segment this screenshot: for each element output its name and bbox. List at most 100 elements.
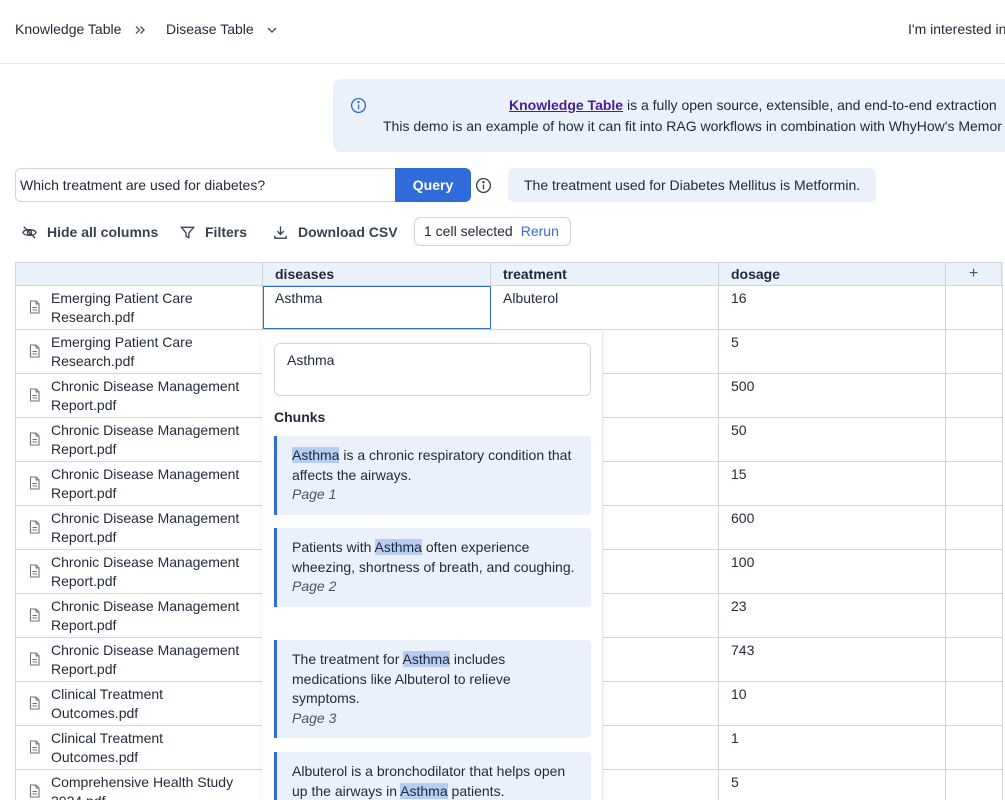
document-icon <box>29 300 40 314</box>
info-icon[interactable] <box>475 177 492 194</box>
empty-cell[interactable] <box>946 330 1003 373</box>
dosage-cell[interactable]: 5 <box>719 770 946 800</box>
document-cell[interactable]: Clinical Treatment Outcomes.pdf <box>16 726 263 769</box>
document-cell[interactable]: Chronic Disease Management Report.pdf <box>16 374 263 417</box>
query-answer: The treatment used for Diabetes Mellitus… <box>508 168 877 202</box>
empty-cell[interactable] <box>946 418 1003 461</box>
document-name: Clinical Treatment Outcomes.pdf <box>51 686 164 721</box>
dosage-cell[interactable]: 50 <box>719 418 946 461</box>
document-icon <box>29 476 40 490</box>
document-name: Chronic Disease Management Report.pdf <box>51 554 240 589</box>
banner-line-1: Knowledge Table is a fully open source, … <box>509 97 997 113</box>
chunks-heading: Chunks <box>274 409 326 425</box>
document-name: Chronic Disease Management Report.pdf <box>51 598 240 633</box>
column-header-diseases[interactable]: diseases <box>263 263 491 286</box>
dosage-cell[interactable]: 15 <box>719 462 946 505</box>
chunk-text-before: The treatment for <box>292 651 403 667</box>
empty-cell[interactable] <box>946 726 1003 769</box>
chunk-card[interactable]: Patients with Asthma often experience wh… <box>274 528 591 607</box>
document-cell[interactable]: Chronic Disease Management Report.pdf <box>16 638 263 681</box>
dosage-cell[interactable]: 1 <box>719 726 946 769</box>
empty-cell[interactable] <box>946 506 1003 549</box>
hide-columns-button[interactable]: Hide all columns <box>21 222 158 242</box>
double-chevron-right-icon <box>135 26 145 34</box>
selection-status: 1 cell selected Rerun <box>414 217 571 246</box>
document-name: Emerging Patient Care Research.pdf <box>51 334 193 369</box>
document-cell[interactable]: Chronic Disease Management Report.pdf <box>16 506 263 549</box>
add-column-button[interactable]: + <box>946 263 1002 286</box>
chunk-page: Page 2 <box>292 578 337 594</box>
chunk-card[interactable]: The treatment for Asthma includes medica… <box>274 640 591 738</box>
chunk-highlight: Asthma <box>400 782 448 799</box>
dosage-cell[interactable]: 743 <box>719 638 946 681</box>
document-cell[interactable]: Chronic Disease Management Report.pdf <box>16 594 263 637</box>
document-cell[interactable]: Chronic Disease Management Report.pdf <box>16 418 263 461</box>
column-header-dosage[interactable]: dosage <box>719 263 946 286</box>
query-input[interactable] <box>15 168 396 202</box>
document-cell[interactable]: Comprehensive Health Study 2024.pdf <box>16 770 263 800</box>
dosage-cell[interactable]: 10 <box>719 682 946 725</box>
document-name: Chronic Disease Management Report.pdf <box>51 378 240 413</box>
empty-cell[interactable] <box>946 374 1003 417</box>
query-button[interactable]: Query <box>395 168 471 202</box>
chunk-card[interactable]: Albuterol is a bronchodilator that helps… <box>274 752 591 800</box>
document-name: Chronic Disease Management Report.pdf <box>51 642 240 677</box>
dosage-cell[interactable]: 500 <box>719 374 946 417</box>
document-name: Comprehensive Health Study 2024.pdf <box>51 774 234 800</box>
interested-link[interactable]: I'm interested in <box>908 21 1005 37</box>
chunk-text-before: Patients with <box>292 539 375 555</box>
dosage-cell[interactable]: 5 <box>719 330 946 373</box>
dosage-cell[interactable]: 100 <box>719 550 946 593</box>
breadcrumb-current[interactable]: Disease Table <box>166 21 254 37</box>
breadcrumb-root[interactable]: Knowledge Table <box>15 21 121 37</box>
document-cell[interactable]: Emerging Patient Care Research.pdf <box>16 286 263 329</box>
dosage-cell[interactable]: 600 <box>719 506 946 549</box>
info-icon <box>350 97 367 114</box>
document-icon <box>29 432 40 446</box>
chunk-highlight: Asthma <box>374 539 422 555</box>
cell-value-field[interactable]: Asthma <box>274 343 591 396</box>
chunk-highlight: Asthma <box>402 651 450 667</box>
document-cell[interactable]: Clinical Treatment Outcomes.pdf <box>16 682 263 725</box>
diseases-cell[interactable]: Asthma <box>263 286 491 329</box>
download-csv-button[interactable]: Download CSV <box>272 222 398 242</box>
empty-cell[interactable] <box>946 770 1003 800</box>
empty-cell[interactable] <box>946 550 1003 593</box>
filters-label: Filters <box>205 224 248 240</box>
banner-line-1-text: is a fully open source, extensible, and … <box>623 97 997 113</box>
rerun-button[interactable]: Rerun <box>521 223 559 239</box>
empty-cell[interactable] <box>946 594 1003 637</box>
document-icon <box>29 520 40 534</box>
cell-detail-popover: Asthma Chunks Asthma is a chronic respir… <box>262 331 603 800</box>
document-icon <box>29 740 40 754</box>
document-cell[interactable]: Chronic Disease Management Report.pdf <box>16 550 263 593</box>
document-cell[interactable]: Chronic Disease Management Report.pdf <box>16 462 263 505</box>
selection-count: 1 cell selected <box>424 223 513 239</box>
empty-cell[interactable] <box>946 638 1003 681</box>
chunk-card[interactable]: Asthma is a chronic respiratory conditio… <box>274 436 591 515</box>
document-icon <box>29 388 40 402</box>
hide-columns-label: Hide all columns <box>47 224 159 240</box>
chevron-down-icon[interactable] <box>264 22 280 38</box>
column-header-treatment[interactable]: treatment <box>491 263 719 286</box>
banner-line-2: This demo is an example of how it can fi… <box>383 118 1002 134</box>
download-icon <box>274 225 287 239</box>
chunk-highlight: Asthma <box>292 447 340 463</box>
eye-off-icon <box>22 225 37 239</box>
knowledge-table-link[interactable]: Knowledge Table <box>509 97 623 113</box>
empty-cell[interactable] <box>946 462 1003 505</box>
treatment-cell[interactable]: Albuterol <box>491 286 719 329</box>
dosage-cell[interactable]: 16 <box>719 286 946 329</box>
column-header-documents <box>16 263 263 286</box>
chunk-page: Page 3 <box>292 709 337 726</box>
top-bar: Knowledge Table Disease Table I'm intere… <box>0 0 1005 64</box>
document-cell[interactable]: Emerging Patient Care Research.pdf <box>16 330 263 373</box>
dosage-cell[interactable]: 23 <box>719 594 946 637</box>
empty-cell[interactable] <box>946 286 1003 329</box>
document-icon <box>29 608 40 622</box>
filters-button[interactable]: Filters <box>179 222 247 242</box>
document-name: Chronic Disease Management Report.pdf <box>51 510 240 545</box>
table-row: Emerging Patient Care Research.pdf Asthma… <box>16 286 1003 330</box>
document-icon <box>29 344 40 358</box>
empty-cell[interactable] <box>946 682 1003 725</box>
